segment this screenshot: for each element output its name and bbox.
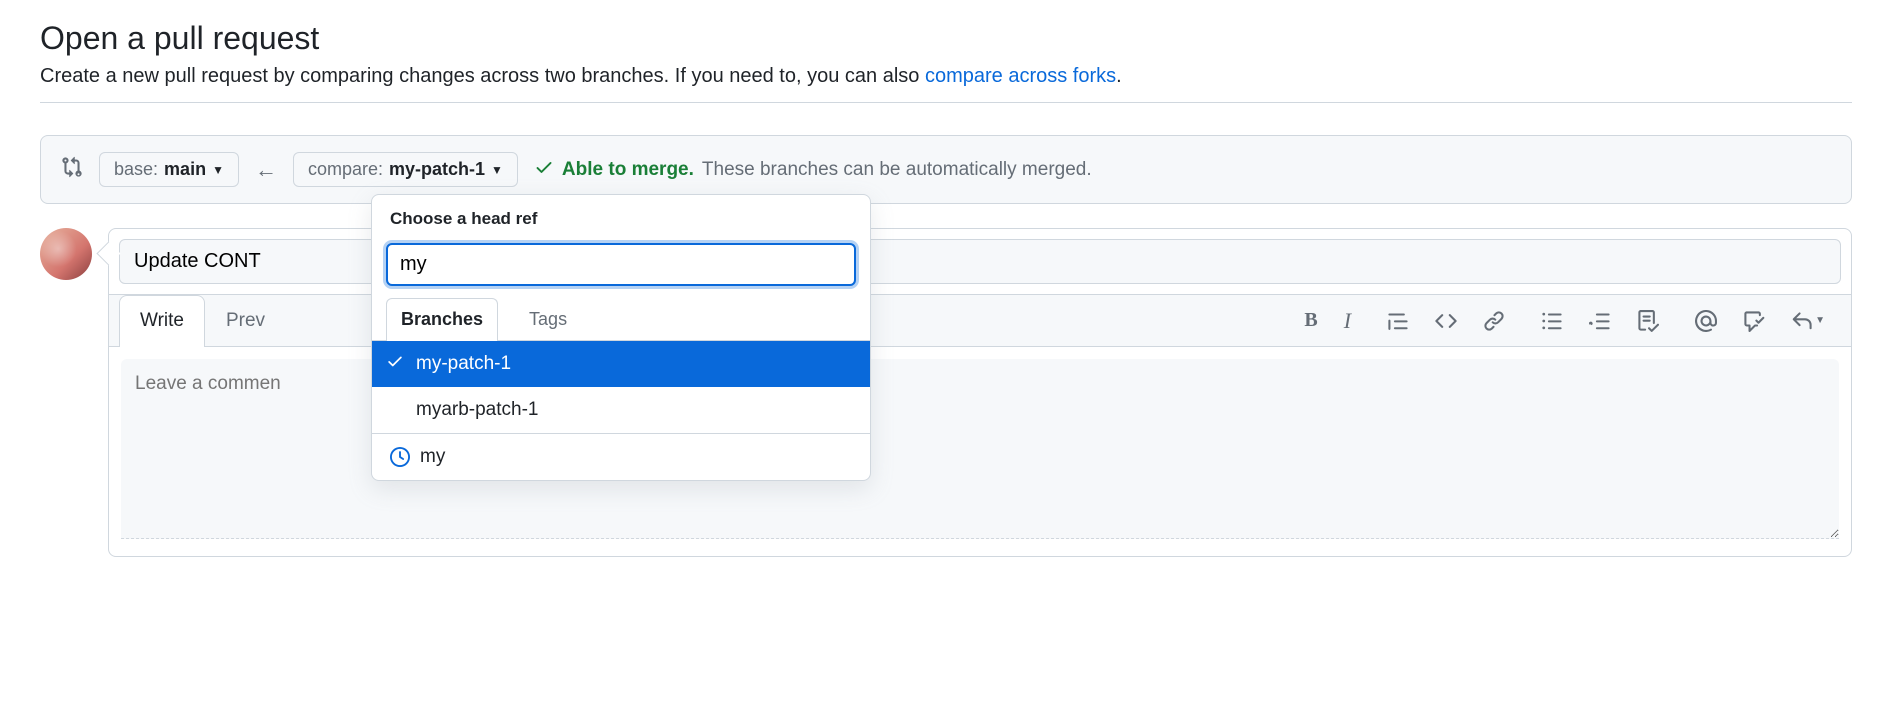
avatar[interactable] <box>40 228 92 280</box>
merge-able-text: Able to merge. <box>562 159 694 181</box>
italic-button[interactable]: I <box>1340 304 1355 338</box>
compare-branch-name: my-patch-1 <box>389 159 485 180</box>
check-icon <box>534 157 554 183</box>
editor-tabs: Write Prev <box>119 295 286 346</box>
editor-row: Write Prev B I <box>40 228 1852 557</box>
merge-status: Able to merge. These branches can be aut… <box>534 157 1092 183</box>
branch-item-label: myarb-patch-1 <box>416 399 539 420</box>
code-button[interactable] <box>1431 306 1461 336</box>
tab-branches[interactable]: Branches <box>386 298 498 341</box>
page-subtitle: Create a new pull request by comparing c… <box>40 65 1852 88</box>
branch-item-label: my-patch-1 <box>416 353 511 374</box>
quote-button[interactable] <box>1383 306 1413 336</box>
compare-branch-button[interactable]: compare: my-patch-1 ▼ <box>293 152 518 187</box>
branch-item-myarb-patch-1[interactable]: myarb-patch-1 <box>372 387 870 433</box>
subtitle-text: Create a new pull request by comparing c… <box>40 65 925 87</box>
compare-label: compare: <box>308 159 383 180</box>
compare-forks-link[interactable]: compare across forks <box>925 65 1116 87</box>
history-icon <box>390 447 410 467</box>
divider <box>40 102 1852 103</box>
tab-tags[interactable]: Tags <box>514 298 582 340</box>
formatting-toolbar: B I ▼ <box>1300 304 1841 338</box>
link-button[interactable] <box>1479 306 1509 336</box>
subtitle-post: . <box>1116 65 1122 87</box>
reply-button[interactable]: ▼ <box>1787 306 1829 336</box>
tab-write[interactable]: Write <box>119 295 205 347</box>
bold-button[interactable]: B <box>1300 305 1321 336</box>
dropdown-search-wrap <box>372 243 870 298</box>
check-icon <box>386 352 404 376</box>
mention-button[interactable] <box>1691 306 1721 336</box>
head-ref-dropdown: Choose a head ref Branches Tags my-patch… <box>371 194 871 481</box>
tasklist-button[interactable] <box>1633 306 1663 336</box>
cross-reference-button[interactable] <box>1739 306 1769 336</box>
ordered-list-button[interactable] <box>1585 306 1615 336</box>
branch-search-input[interactable] <box>386 243 856 286</box>
base-branch-button[interactable]: base: main ▼ <box>99 152 239 187</box>
page-title: Open a pull request <box>40 20 1852 57</box>
tab-preview[interactable]: Prev <box>205 295 286 346</box>
git-compare-icon <box>61 156 83 183</box>
merge-rest-text: These branches can be automatically merg… <box>702 159 1092 181</box>
dropdown-tabs: Branches Tags <box>372 298 870 341</box>
compare-bar: base: main ▼ ← compare: my-patch-1 ▼ Abl… <box>40 135 1852 204</box>
history-item-label: my <box>420 446 445 468</box>
branch-item-my-patch-1[interactable]: my-patch-1 <box>372 341 870 387</box>
unordered-list-button[interactable] <box>1537 306 1567 336</box>
dropdown-title: Choose a head ref <box>372 195 870 243</box>
branch-history-item[interactable]: my <box>372 433 870 480</box>
base-branch-name: main <box>164 159 206 180</box>
base-label: base: <box>114 159 158 180</box>
arrow-left-icon: ← <box>255 157 277 183</box>
caret-down-icon: ▼ <box>212 163 224 177</box>
editor-box: Write Prev B I <box>108 228 1852 557</box>
caret-down-icon: ▼ <box>491 163 503 177</box>
branch-list: my-patch-1 myarb-patch-1 my <box>372 341 870 480</box>
